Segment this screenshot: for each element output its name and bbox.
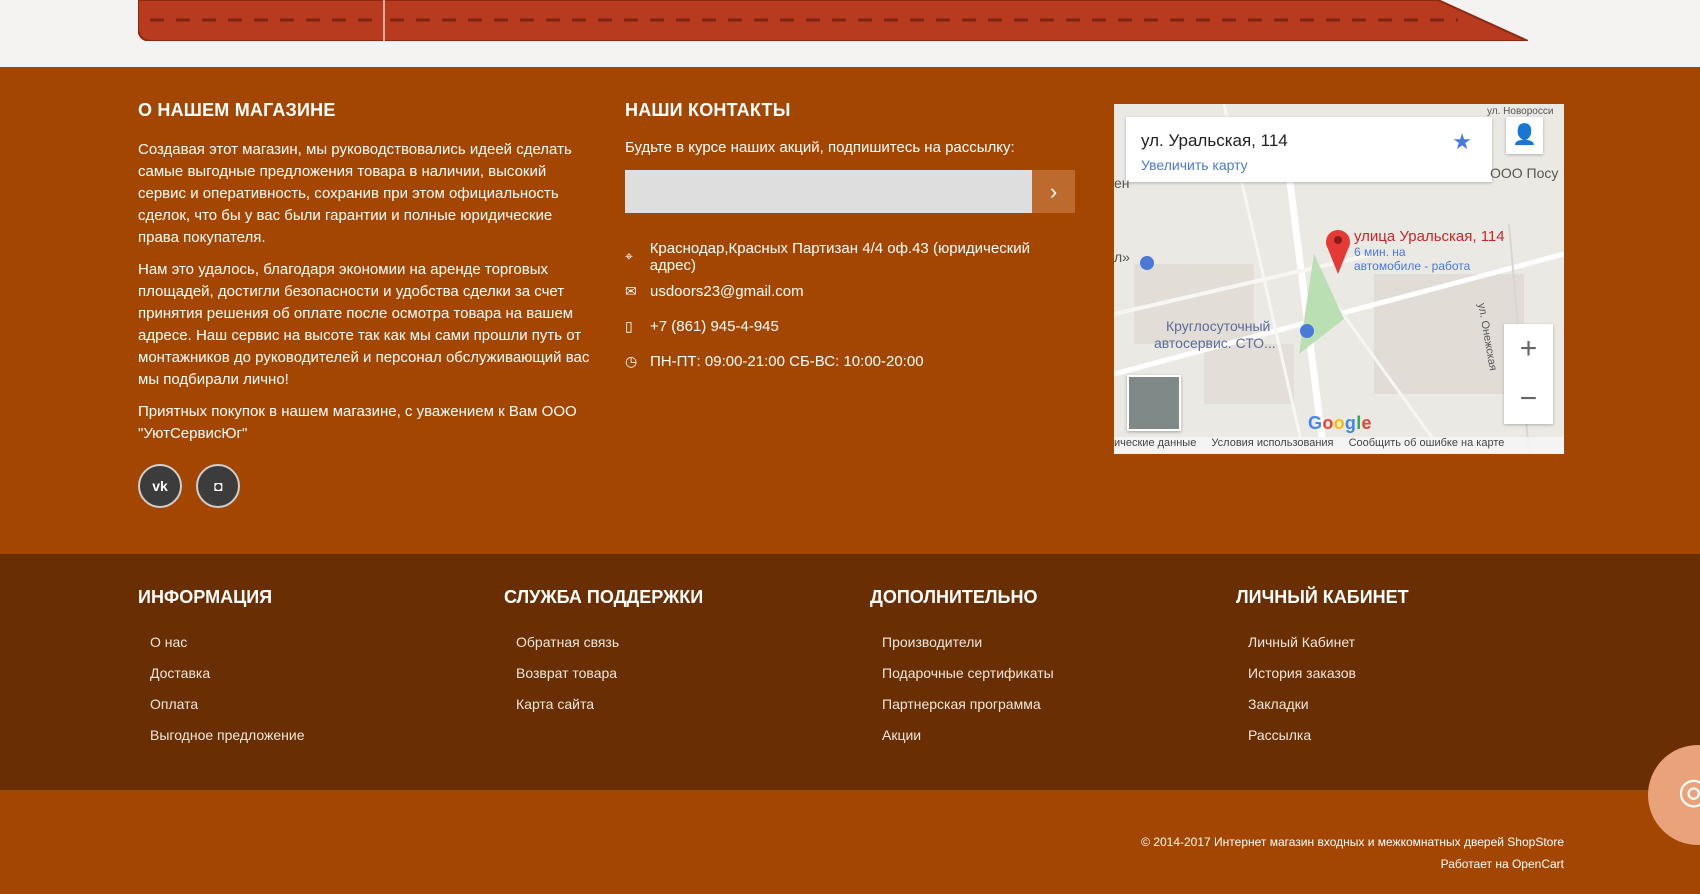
map-data-link[interactable]: ические данные <box>1114 437 1196 449</box>
link-sitemap[interactable]: Карта сайта <box>516 689 844 720</box>
powered-by-link[interactable]: Работает на OpenCart <box>1141 853 1564 875</box>
social-links: vk ◘ <box>138 464 250 508</box>
zoom-in-button[interactable]: + <box>1504 324 1553 374</box>
contacts-title: НАШИ КОНТАКТЫ <box>625 100 791 120</box>
fingerprint-icon: ◎ <box>1678 770 1700 811</box>
links-title: ДОПОЛНИТЕЛЬНО <box>870 587 1038 607</box>
phone-icon: ▯ <box>625 318 633 334</box>
phone-text[interactable]: +7 (861) 945-4-945 <box>650 318 779 335</box>
link-about[interactable]: О нас <box>150 627 478 658</box>
footer-links: ИНФОРМАЦИЯ О нас Доставка Оплата Выгодно… <box>0 554 1700 790</box>
link-returns[interactable]: Возврат товара <box>516 658 844 689</box>
enlarge-map-link[interactable]: Увеличить карту <box>1141 157 1248 173</box>
link-payment[interactable]: Оплата <box>150 689 478 720</box>
contacts-section: НАШИ КОНТАКТЫ Будьте в курсе наших акций… <box>625 100 1075 379</box>
about-paragraph-3: Приятных покупок в нашем магазине, с ува… <box>138 403 577 442</box>
envelope-icon: ✉ <box>625 283 637 299</box>
instagram-icon[interactable]: ◘ <box>196 464 241 508</box>
map-pin-label: улица Уральская, 114 <box>1354 228 1505 245</box>
links-title: ИНФОРМАЦИЯ <box>138 587 273 607</box>
subscribe-email-input[interactable] <box>625 170 1032 213</box>
link-affiliate[interactable]: Партнерская программа <box>882 689 1210 720</box>
link-delivery[interactable]: Доставка <box>150 658 478 689</box>
clock-icon: ◷ <box>625 353 638 369</box>
map-pin-sub-1: 6 мин. на <box>1354 245 1406 259</box>
links-column-extra: ДОПОЛНИТЕЛЬНО Производители Подарочные с… <box>870 587 1210 751</box>
links-column-account: ЛИЧНЫЙ КАБИНЕТ Личный Кабинет История за… <box>1236 587 1576 751</box>
link-wishlist[interactable]: Закладки <box>1248 689 1576 720</box>
contact-email: ✉ usdoors23@gmail.com <box>625 274 1075 309</box>
map-poi-label-2: автосервис. СТО... <box>1154 335 1276 351</box>
google-map[interactable]: ул. Уральская, 114 Увеличить карту ★ 👤 у… <box>1114 104 1564 454</box>
links-title: СЛУЖБА ПОДДЕРЖКИ <box>504 587 704 607</box>
contact-address: ⌖ Краснодар,Красных Партизан 4/4 оф.43 (… <box>625 239 1075 274</box>
links-title: ЛИЧНЫЙ КАБИНЕТ <box>1236 587 1409 607</box>
footer-bottom: © 2014-2017 Интернет магазин входных и м… <box>0 790 1700 894</box>
person-icon[interactable]: 👤 <box>1506 117 1543 154</box>
map-poi-right: ООО Посу <box>1490 165 1559 181</box>
map-terms-link[interactable]: Условия использования <box>1211 437 1333 449</box>
about-title: О НАШЕМ МАГАЗИНЕ <box>138 100 336 120</box>
google-logo: Google <box>1308 413 1372 433</box>
map-footer-bar: ические данные Условия использования Соо… <box>1114 437 1564 454</box>
email-text[interactable]: usdoors23@gmail.com <box>650 283 804 300</box>
location-pin-icon: ⌖ <box>625 248 633 264</box>
map-zoom-control: + − <box>1504 324 1553 424</box>
link-specials[interactable]: Акции <box>882 720 1210 751</box>
address-text: Краснодар,Красных Партизан 4/4 оф.43 (юр… <box>649 239 1031 274</box>
link-manufacturers[interactable]: Производители <box>882 627 1210 658</box>
contact-hours: ◷ ПН-ПТ: 09:00-21:00 СБ-ВС: 10:00-20:00 <box>625 344 1075 379</box>
star-icon[interactable]: ★ <box>1452 129 1472 155</box>
map-edge-label-1: ен <box>1114 175 1130 191</box>
link-gift-certificates[interactable]: Подарочные сертификаты <box>882 658 1210 689</box>
links-column-support: СЛУЖБА ПОДДЕРЖКИ Обратная связь Возврат … <box>504 587 844 720</box>
copyright-line: © 2014-2017 Интернет магазин входных и м… <box>1141 835 1564 849</box>
subscribe-text: Будьте в курсе наших акций, подпишитесь … <box>625 139 1015 156</box>
hours-text: ПН-ПТ: 09:00-21:00 СБ-ВС: 10:00-20:00 <box>650 353 924 370</box>
link-newsletter[interactable]: Рассылка <box>1248 720 1576 751</box>
map-edge-label-2: л» <box>1114 249 1130 265</box>
map-report-link[interactable]: Сообщить об ошибке на карте <box>1349 437 1505 449</box>
top-strip <box>0 0 1700 67</box>
link-special-offer[interactable]: Выгодное предложение <box>150 720 478 751</box>
satellite-toggle-thumbnail[interactable] <box>1127 375 1181 431</box>
about-paragraph-1: Создавая этот магазин, мы руководствовал… <box>138 141 572 246</box>
subscribe-button[interactable]: › <box>1032 170 1075 213</box>
vk-icon[interactable]: vk <box>138 464 182 508</box>
zoom-out-button[interactable]: − <box>1504 374 1553 424</box>
link-order-history[interactable]: История заказов <box>1248 658 1576 689</box>
link-feedback[interactable]: Обратная связь <box>516 627 844 658</box>
copyright: © 2014-2017 Интернет магазин входных и м… <box>1141 831 1564 875</box>
contact-phone: ▯ +7 (861) 945-4-945 <box>625 309 1075 344</box>
links-column-information: ИНФОРМАЦИЯ О нас Доставка Оплата Выгодно… <box>138 587 478 751</box>
map-card-address: ул. Уральская, 114 <box>1141 131 1288 150</box>
decorative-ribbon <box>138 0 1528 41</box>
link-account[interactable]: Личный Кабинет <box>1248 627 1576 658</box>
subscribe-form: › <box>625 170 1075 213</box>
about-paragraph-2: Нам это удалось, благодаря экономии на а… <box>138 261 590 388</box>
map-pin-sub-2: автомобиле - работа <box>1354 259 1471 273</box>
map-poi-label-1: Круглосуточный <box>1166 318 1271 334</box>
contact-list: ⌖ Краснодар,Красных Партизан 4/4 оф.43 (… <box>625 239 1075 379</box>
map-place-card: ул. Уральская, 114 Увеличить карту ★ <box>1126 117 1492 182</box>
about-section: О НАШЕМ МАГАЗИНЕ Создавая этот магазин, … <box>138 100 590 455</box>
map-street-top: ул. Новоросси <box>1487 106 1554 117</box>
